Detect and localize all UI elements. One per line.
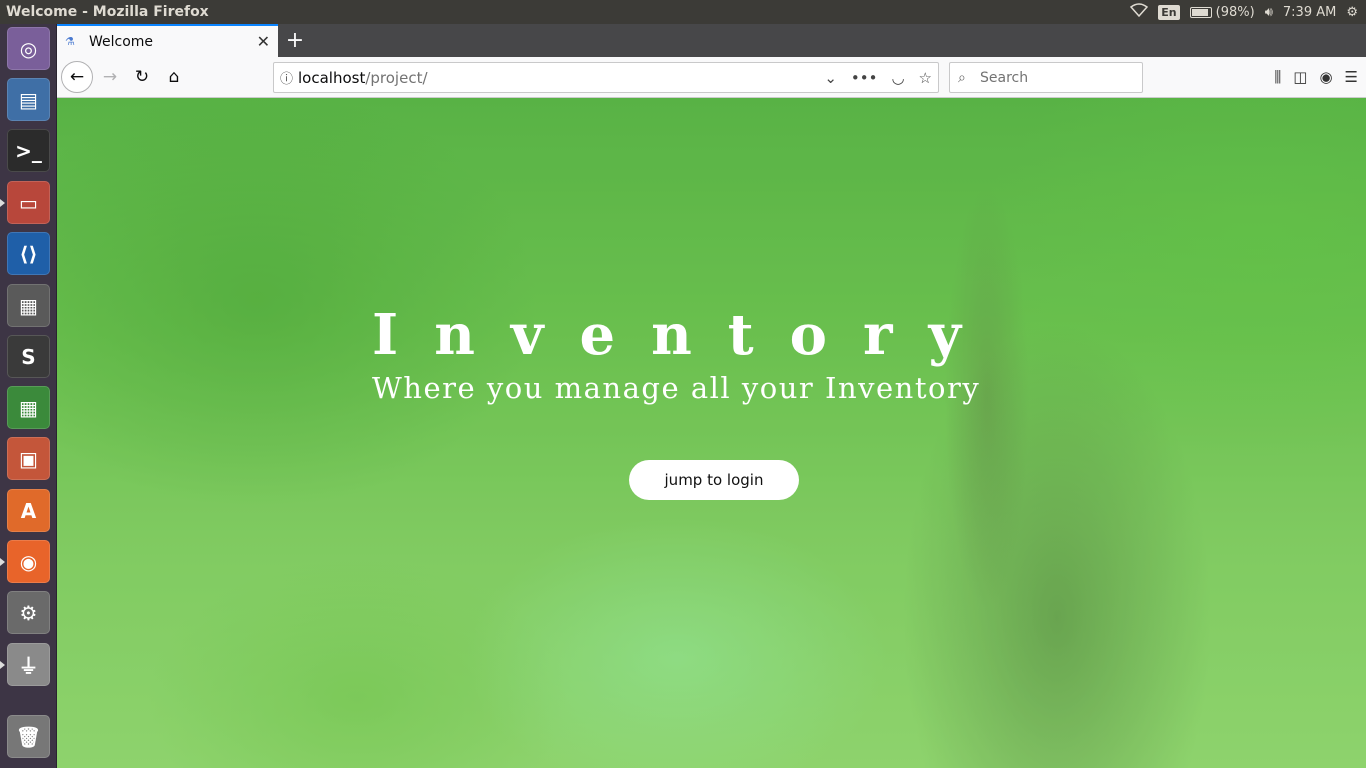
nav-toolbar: ← → ↻ ⌂ ⓘ localhost /project/ ⌄ ••• ◡ ☆ … <box>57 57 1366 98</box>
pocket-icon[interactable]: ◡ <box>891 69 904 87</box>
close-icon[interactable]: ✕ <box>257 32 270 51</box>
launcher-presentation-icon[interactable]: ▣ <box>7 437 50 480</box>
web-page: Inventory Where you manage all your Inve… <box>57 98 1366 768</box>
url-path: /project/ <box>365 68 428 87</box>
url-bar[interactable]: ⓘ localhost /project/ ⌄ ••• ◡ ☆ <box>273 62 939 93</box>
search-bar[interactable]: ⌕ Search <box>949 62 1143 93</box>
launcher: ◎ ▤ >_ ▭ ⟨⟩ ▦ S ▦ ▣ A ◉ ⚙ ⏚ 🗑 <box>0 24 57 768</box>
top-panel: Welcome - Mozilla Firefox En (98%) 🔊︎ 7:… <box>0 0 1366 24</box>
search-input[interactable]: Search <box>980 70 1028 86</box>
volume-icon[interactable]: 🔊︎ <box>1265 5 1273 20</box>
page-subtitle: Where you manage all your Inventory <box>372 371 981 405</box>
firefox-window: ⚗ Welcome ✕ + ← → ↻ ⌂ ⓘ localhost /proje… <box>57 24 1366 768</box>
reload-button[interactable]: ↻ <box>126 61 158 93</box>
gear-icon[interactable]: ⚙ <box>1346 5 1358 20</box>
launcher-files-icon[interactable]: ▭ <box>7 181 50 224</box>
page-actions-icon[interactable]: ••• <box>851 69 878 87</box>
launcher-vscode-icon[interactable]: ⟨⟩ <box>7 232 50 275</box>
sidebar-icon[interactable]: ◫ <box>1293 68 1307 86</box>
clock[interactable]: 7:39 AM <box>1283 5 1336 20</box>
url-host: localhost <box>298 68 366 87</box>
tab-strip: ⚗ Welcome ✕ + <box>57 24 1366 57</box>
running-indicator <box>0 558 5 566</box>
launcher-spreadsheet-icon[interactable]: ▦ <box>7 386 50 429</box>
running-indicator <box>0 661 5 669</box>
launcher-office-tiles-icon[interactable]: ▦ <box>7 284 50 327</box>
launcher-trash-icon[interactable]: 🗑 <box>7 715 50 758</box>
home-button[interactable]: ⌂ <box>158 61 190 93</box>
launcher-ubuntu-dash-icon[interactable]: ◎ <box>7 27 50 70</box>
launcher-sublime-text-icon[interactable]: S <box>7 335 50 378</box>
jump-to-login-button[interactable]: jump to login <box>629 460 799 500</box>
launcher-image-viewer-icon[interactable]: ▤ <box>7 78 50 121</box>
menu-icon[interactable]: ☰ <box>1345 68 1358 86</box>
info-icon[interactable]: ⓘ <box>280 68 298 87</box>
wifi-icon[interactable] <box>1130 3 1149 21</box>
search-icon: ⌕ <box>958 69 966 86</box>
tab-welcome[interactable]: ⚗ Welcome ✕ <box>57 24 278 57</box>
account-icon[interactable]: ◉ <box>1319 68 1332 86</box>
chevron-down-icon[interactable]: ⌄ <box>824 69 837 87</box>
back-button[interactable]: ← <box>61 61 93 93</box>
hero: Inventory Where you manage all your Inve… <box>372 303 1032 405</box>
launcher-terminal-icon[interactable]: >_ <box>7 129 50 172</box>
launcher-firefox-icon[interactable]: ◉ <box>7 540 50 583</box>
keyboard-layout-indicator[interactable]: En <box>1158 4 1180 20</box>
new-tab-button[interactable]: + <box>278 24 312 57</box>
launcher-system-settings-icon[interactable]: ⚙ <box>7 591 50 634</box>
forward-button[interactable]: → <box>94 61 126 93</box>
battery-percent: (98%) <box>1215 4 1255 20</box>
tab-favicon-icon: ⚗ <box>65 35 75 48</box>
launcher-usb-drive-icon[interactable]: ⏚ <box>7 643 50 686</box>
tab-label: Welcome <box>89 33 154 50</box>
running-indicator <box>0 199 5 207</box>
window-title: Welcome - Mozilla Firefox <box>6 4 209 20</box>
page-title: Inventory <box>372 302 998 368</box>
library-icon[interactable]: ⫼ <box>1274 68 1281 86</box>
system-tray: En (98%) 🔊︎ 7:39 AM ⚙ <box>1130 3 1366 21</box>
battery-indicator[interactable]: (98%) <box>1189 4 1255 20</box>
bookmark-star-icon[interactable]: ☆ <box>919 69 932 87</box>
battery-icon <box>1189 6 1212 18</box>
launcher-software-center-icon[interactable]: A <box>7 489 50 532</box>
